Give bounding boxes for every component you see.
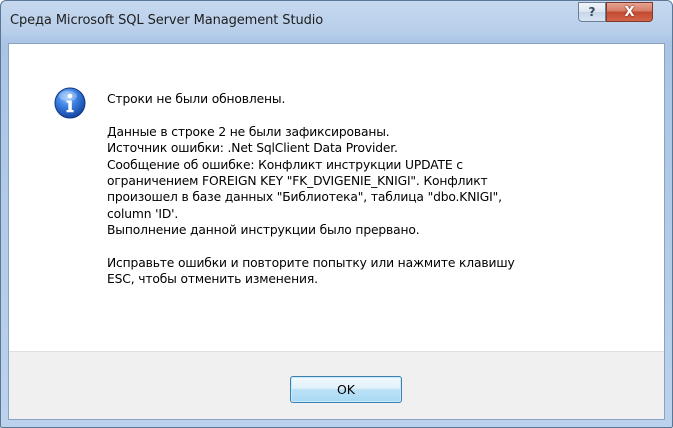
message-area: Строки не были обновлены. Данные в строк…	[9, 44, 664, 351]
close-button[interactable]: X	[606, 2, 653, 22]
info-icon	[54, 87, 86, 119]
help-icon: ?	[588, 5, 596, 19]
message-detail-line: произошел в базе данных "Библиотека", та…	[107, 190, 502, 205]
help-button[interactable]: ?	[578, 2, 606, 22]
message-headline: Строки не были обновлены.	[107, 92, 286, 106]
ok-button-label: OK	[336, 382, 356, 397]
message-detail-line: column 'ID'.	[107, 206, 179, 221]
message-detail-line: Выполнение данной инструкции было прерва…	[107, 223, 420, 238]
dialog-window: Среда Microsoft SQL Server Management St…	[0, 0, 673, 428]
message-hint-line: Исправьте ошибки и повторите попытку или…	[107, 256, 515, 271]
message-hint-line: ESC, чтобы отменить изменения.	[107, 272, 318, 287]
button-bar: OK	[9, 351, 664, 419]
message-detail-line: ограничением FOREIGN KEY "FK_DVIGENIE_KN…	[107, 174, 488, 189]
ok-button[interactable]: OK	[290, 376, 402, 403]
dialog-client-area: Строки не были обновлены. Данные в строк…	[8, 43, 665, 420]
message-text: Строки не были обновлены. Данные в строк…	[107, 91, 647, 288]
close-icon: X	[624, 4, 635, 20]
window-title: Среда Microsoft SQL Server Management St…	[10, 13, 324, 28]
title-bar[interactable]: Среда Microsoft SQL Server Management St…	[1, 1, 672, 43]
message-detail-line: Сообщение об ошибке: Конфликт инструкции…	[107, 157, 463, 172]
message-detail-line: Источник ошибки: .Net SqlClient Data Pro…	[107, 141, 398, 156]
message-detail-line: Данные в строке 2 не были зафиксированы.	[107, 124, 390, 139]
